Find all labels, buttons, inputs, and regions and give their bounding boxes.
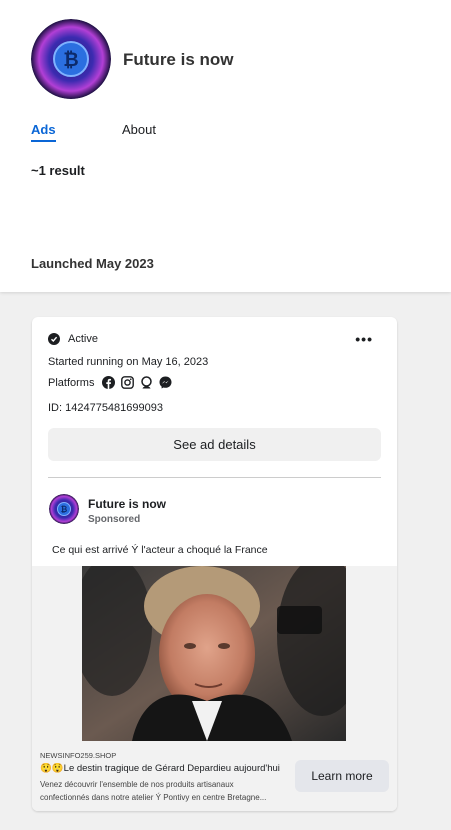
status-label: Active xyxy=(68,333,98,345)
status-row: Active xyxy=(48,333,98,345)
ad-media[interactable] xyxy=(32,566,397,741)
advertiser-name[interactable]: Future is now xyxy=(88,497,166,511)
platforms-label: Platforms xyxy=(48,376,95,389)
started-running: Started running on May 16, 2023 xyxy=(48,356,209,368)
launched-date: Launched May 2023 xyxy=(31,256,154,271)
divider xyxy=(48,477,381,478)
ad-id: ID: 1424775481699093 xyxy=(48,402,163,414)
page-header: ₿ Future is now Ads About ~1 result Laun… xyxy=(0,0,451,292)
link-domain: NEWSINFO259.SHOP xyxy=(40,751,117,760)
link-description-line-1: Venez découvrir l'ensemble de nos produi… xyxy=(40,780,234,789)
svg-text:₿: ₿ xyxy=(61,505,68,514)
more-options-icon[interactable]: ••• xyxy=(355,331,373,347)
check-icon xyxy=(48,333,60,345)
page-title: Future is now xyxy=(123,50,234,69)
ad-link-footer[interactable]: NEWSINFO259.SHOP 😲😲Le destin tragique de… xyxy=(32,741,397,811)
facebook-icon xyxy=(102,376,116,389)
tab-about[interactable]: About xyxy=(122,122,156,137)
svg-text:₿: ₿ xyxy=(63,49,78,71)
ad-body-text: Ce qui est arrivé Ý l'acteur a choqué la… xyxy=(52,544,268,556)
page-avatar[interactable]: ₿ xyxy=(31,19,111,99)
link-description: Venez découvrir l'ensemble de nos produi… xyxy=(40,778,295,804)
see-ad-details-button[interactable]: See ad details xyxy=(48,428,381,461)
link-description-line-2: confectionnés dans notre atelier Ý Ponti… xyxy=(40,793,267,802)
sponsored-label: Sponsored xyxy=(88,514,141,525)
ad-card: Active ••• Started running on May 16, 20… xyxy=(32,317,397,811)
messenger-icon xyxy=(159,376,172,389)
result-count: ~1 result xyxy=(31,163,85,178)
tab-ads[interactable]: Ads xyxy=(31,122,56,142)
advertiser-avatar[interactable]: ₿ xyxy=(49,494,79,524)
instagram-icon xyxy=(121,376,135,389)
ad-photo[interactable] xyxy=(82,566,346,741)
learn-more-button[interactable]: Learn more xyxy=(295,760,389,792)
audience-network-icon xyxy=(141,376,153,389)
platforms-row: Platforms xyxy=(48,376,172,389)
link-headline: 😲😲Le destin tragique de Gérard Depardieu… xyxy=(40,763,280,774)
